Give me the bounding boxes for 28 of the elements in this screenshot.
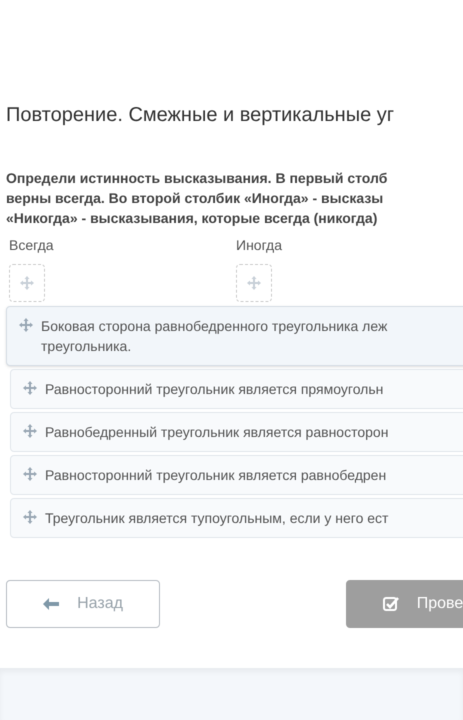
statement-card[interactable]: Боковая сторона равнобедренного треугольника леж треугольника. <box>6 306 463 366</box>
move-icon <box>23 467 37 481</box>
page-title: Повторение. Смежные и вертикальные уг <box>6 103 396 128</box>
column-label: Иногда <box>236 236 284 255</box>
move-icon <box>19 318 33 332</box>
statement-card[interactable]: Равнобедренный треугольник является равносторон <box>10 412 463 452</box>
move-icon <box>247 276 261 290</box>
statement-text: Боковая сторона равнобедренного треугольника леж <box>41 317 388 336</box>
instruction-text: «Никогда» - высказывания, которые всегда (никогда) <box>6 209 378 228</box>
statement-card[interactable]: Равносторонний треугольник является равнобедрен <box>10 455 463 495</box>
statement-text: Равносторонний треугольник является прямоугольн <box>45 380 384 399</box>
statement-text: Равнобедренный треугольник является равносторон <box>45 423 388 442</box>
column-label: Всегда <box>9 236 55 255</box>
move-icon <box>23 510 37 524</box>
instruction-text: верны всегда. Во второй столбик «Иногда» - высказы <box>6 189 384 208</box>
statement-text: Треугольник является тупоугольным, если у него ест <box>45 509 388 528</box>
arrow-left-icon <box>43 598 60 610</box>
move-icon <box>23 424 37 438</box>
checkbox-icon <box>382 596 399 612</box>
drop-zone[interactable] <box>9 264 45 302</box>
move-icon <box>23 381 37 395</box>
statement-text: треугольника. <box>41 337 132 356</box>
statement-text: Равносторонний треугольник является равнобедрен <box>45 466 386 485</box>
instruction-text: Определи истинность высказывания. В первый столб <box>6 169 388 188</box>
statement-card[interactable]: Равносторонний треугольник является прямоугольн <box>10 369 463 409</box>
move-icon <box>20 276 34 290</box>
drop-zone[interactable] <box>236 264 272 302</box>
statement-card[interactable]: Треугольник является тупоугольным, если у него ест <box>10 498 463 538</box>
